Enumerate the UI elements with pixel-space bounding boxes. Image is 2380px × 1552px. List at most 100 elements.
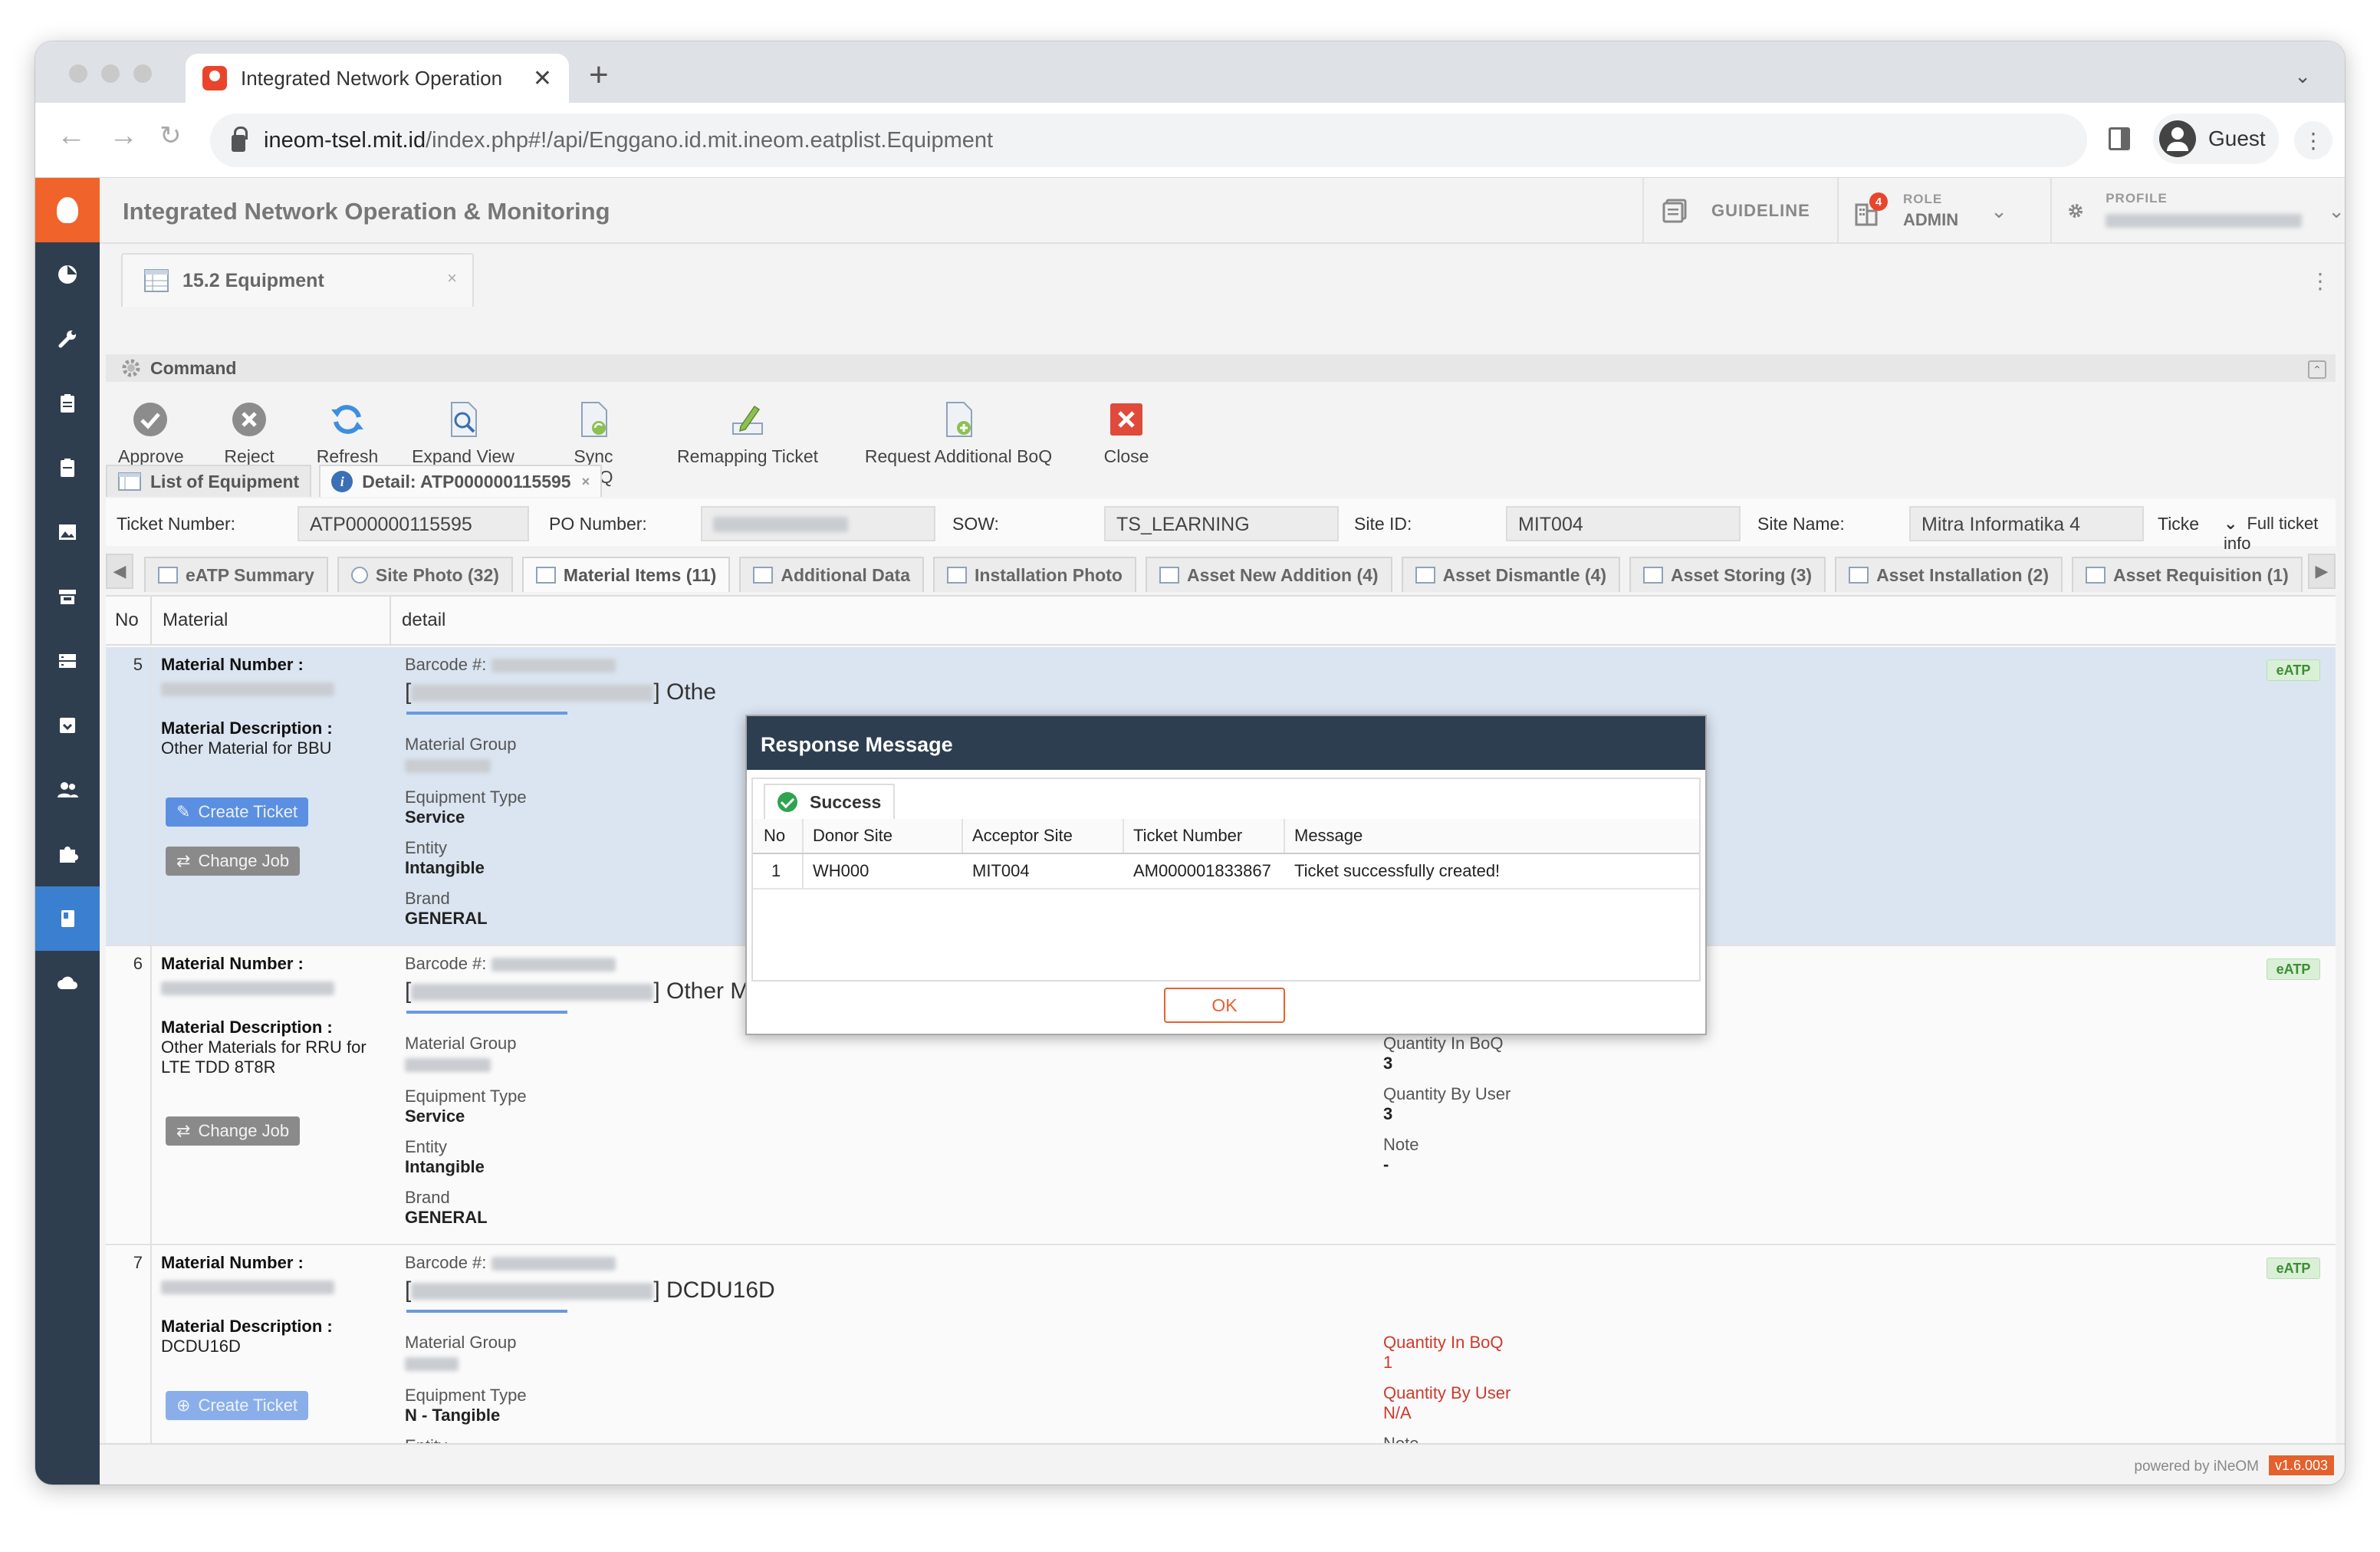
- change-job-button[interactable]: ⇄ Change Job: [166, 847, 301, 876]
- tab-detail[interactable]: i Detail: ATP000000115595 ×: [319, 465, 603, 497]
- refresh-button[interactable]: Refresh: [313, 400, 382, 467]
- tab-installation-photo-icon: [947, 567, 967, 584]
- nav-store-icon[interactable]: [35, 564, 100, 629]
- tab-eatp-summary[interactable]: eATP Summary: [144, 557, 328, 592]
- tab-success-label: Success: [810, 791, 882, 812]
- refresh-icon: [331, 405, 363, 434]
- tab-detail-label: Detail: ATP000000115595: [362, 471, 571, 492]
- tab-asset-new-addition[interactable]: Asset New Addition (4): [1145, 557, 1392, 592]
- material-group-redacted: [405, 759, 491, 773]
- reload-icon[interactable]: ↻: [159, 123, 182, 149]
- entity-label: Entity: [405, 838, 448, 857]
- entity-value: Intangible: [405, 1157, 485, 1176]
- nav-dashboard-icon[interactable]: [35, 242, 100, 307]
- tab-close-icon[interactable]: ✕: [533, 65, 552, 92]
- qty-boq-value: 3: [1383, 1054, 1393, 1073]
- create-ticket-button[interactable]: ✎ Create Ticket: [166, 797, 309, 827]
- site-id-field[interactable]: MIT004: [1506, 506, 1741, 541]
- tab-material-items[interactable]: Material Items (11): [521, 557, 731, 592]
- new-tab-icon[interactable]: +: [589, 58, 609, 92]
- result-row[interactable]: 1 WH000 MIT004 AM000001833867 Ticket suc…: [753, 854, 1699, 889]
- nav-archive-icon[interactable]: [35, 693, 100, 758]
- window-minimize-light[interactable]: [101, 64, 120, 83]
- collapse-icon[interactable]: ⌃: [2308, 360, 2326, 379]
- browser-menu-icon[interactable]: ⋮: [2294, 121, 2332, 159]
- row-number: 7: [106, 1245, 152, 1445]
- url-bar[interactable]: ineom-tsel.mit.id/index.php#!/api/Enggan…: [210, 113, 2087, 167]
- po-number-field[interactable]: [701, 506, 935, 541]
- table-row[interactable]: 7 Material Number : Material Description…: [106, 1245, 2336, 1445]
- detail-fields: Material Group Equipment Type Service En…: [405, 735, 527, 929]
- col-acceptor-site: Acceptor Site: [963, 819, 1124, 853]
- side-panel-icon[interactable]: [2109, 127, 2130, 150]
- role-selector[interactable]: 4 ROLE ADMIN ⌄: [1837, 178, 2050, 244]
- request-additional-boq-button[interactable]: Request Additional BoQ: [857, 400, 1060, 467]
- tab-installation-photo[interactable]: Installation Photo: [933, 557, 1136, 592]
- approve-button[interactable]: Approve: [118, 400, 184, 467]
- forward-icon[interactable]: →: [109, 121, 138, 150]
- tab-asset-installation[interactable]: Asset Installation (2): [1835, 557, 2063, 592]
- tab-site-photo-label: Site Photo (32): [375, 564, 499, 585]
- tab-site-photo[interactable]: Site Photo (32): [337, 557, 513, 592]
- change-job-button[interactable]: ⇄ Change Job: [166, 1116, 301, 1146]
- tab-detail-close-icon[interactable]: ×: [582, 474, 590, 490]
- site-name-field[interactable]: Mitra Informatika 4: [1909, 506, 2144, 541]
- browser-tab[interactable]: Integrated Network Operation ✕: [186, 54, 569, 103]
- nav-puzzle-icon[interactable]: [35, 822, 100, 886]
- settings-gear-icon: [2069, 204, 2083, 218]
- ticket-number-field[interactable]: ATP000000115595: [298, 506, 529, 541]
- table-icon: [144, 269, 169, 292]
- command-bar: Command: [106, 354, 2336, 382]
- tab-additional-data[interactable]: Additional Data: [739, 557, 924, 592]
- col-ticket-number: Ticket Number: [1124, 819, 1285, 853]
- swap-icon: ⇄: [176, 1121, 191, 1140]
- close-button[interactable]: Close: [1100, 400, 1153, 467]
- window-close-light[interactable]: [69, 64, 87, 83]
- nav-wrench-icon[interactable]: [35, 307, 100, 371]
- tab-equipment[interactable]: 15.2 Equipment ×: [121, 253, 474, 307]
- tab-asset-installation-icon: [1849, 567, 1869, 584]
- profile-selector[interactable]: PROFILE ⌄: [2050, 178, 2345, 244]
- nav-cloud-icon[interactable]: [35, 951, 100, 1015]
- nav-server-icon[interactable]: [35, 629, 100, 693]
- result-no: 1: [753, 854, 804, 888]
- col-material: Material: [152, 597, 391, 644]
- browser-window: Integrated Network Operation ✕ + ⌄ ← → ↻…: [35, 41, 2345, 1485]
- favicon-icon: [202, 66, 227, 90]
- remapping-ticket-button[interactable]: Remapping Ticket: [673, 400, 822, 467]
- barcode-redacted: [491, 958, 616, 972]
- create-ticket-button[interactable]: ⊕ Create Ticket: [166, 1391, 309, 1420]
- tab-success[interactable]: Success: [764, 784, 896, 819]
- equipment-type-value: N - Tangible: [405, 1406, 501, 1425]
- reject-button[interactable]: Reject: [222, 400, 276, 467]
- brand-value: GENERAL: [405, 909, 488, 928]
- brand-label: Brand: [405, 1188, 450, 1207]
- tab-search-chevron-icon[interactable]: ⌄: [2294, 64, 2311, 88]
- nav-clipboard-icon[interactable]: [35, 371, 100, 436]
- nav-users-icon[interactable]: [35, 758, 100, 822]
- nav-task-icon[interactable]: [35, 436, 100, 500]
- sow-field[interactable]: TS_LEARNING: [1104, 506, 1339, 541]
- profile-button[interactable]: Guest: [2153, 113, 2279, 164]
- tab-asset-dismantle[interactable]: Asset Dismantle (4): [1401, 557, 1621, 592]
- back-icon[interactable]: ←: [57, 121, 86, 150]
- more-options-icon[interactable]: ⋮: [2309, 268, 2331, 294]
- app-header: Integrated Network Operation & Monitorin…: [100, 178, 2345, 244]
- grid-header: No Material detail: [106, 597, 2336, 646]
- ok-button[interactable]: OK: [1164, 988, 1285, 1023]
- window-zoom-light[interactable]: [133, 64, 152, 83]
- app-logo[interactable]: [35, 178, 100, 242]
- tab-list-of-equipment[interactable]: List of Equipment: [106, 465, 312, 497]
- tab-asset-storing[interactable]: Asset Storing (3): [1629, 557, 1826, 592]
- material-description: Other Materials for RRU for LTE TDD 8T8R: [161, 1037, 367, 1077]
- tab-asset-requisition[interactable]: Asset Requisition (1): [2072, 557, 2303, 592]
- nav-image-icon[interactable]: [35, 500, 100, 564]
- guideline-button[interactable]: GUIDELINE: [1642, 178, 1837, 244]
- sync-boq-icon: [581, 402, 607, 437]
- tab-close-icon[interactable]: ×: [447, 268, 457, 288]
- expand-view-button[interactable]: Expand View: [411, 400, 515, 467]
- row-number: 6: [106, 946, 152, 1244]
- full-ticket-info-toggle[interactable]: ⌄ Full ticket info: [2224, 514, 2336, 554]
- po-number-label: PO Number:: [549, 514, 647, 534]
- nav-book-icon[interactable]: [35, 886, 100, 951]
